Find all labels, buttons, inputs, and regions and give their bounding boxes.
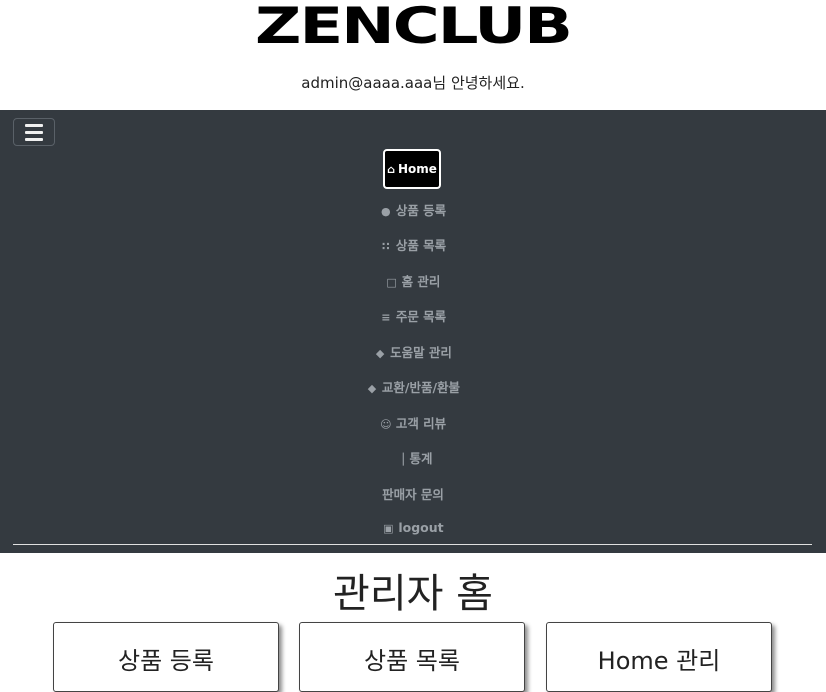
eraser-icon: ◆ <box>375 347 385 360</box>
card-label: Home 관리 <box>597 647 721 675</box>
page-title: 관리자 홈 <box>333 571 493 617</box>
monitor-icon: □ <box>386 276 397 289</box>
nav-home-button[interactable]: ⌂ Home <box>383 149 441 189</box>
hamburger-icon-line <box>25 123 43 127</box>
nav-item-help-manage[interactable]: ◆ 도움말 관리 <box>0 342 826 361</box>
nav-item-exchange-refund[interactable]: ◆ 교환/반품/환불 <box>0 377 826 396</box>
home-icon: ⌂ <box>387 162 395 176</box>
eraser-icon: ◆ <box>367 382 377 395</box>
list-icon: ≡ <box>381 311 391 324</box>
nav-item-product-register[interactable]: ● 상품 등록 <box>0 200 826 219</box>
nav-item-order-list[interactable]: ≡ 주문 목록 <box>0 306 826 325</box>
hamburger-icon-line <box>25 130 43 134</box>
nav-item-statistics[interactable]: ▕ 통계 <box>0 448 826 467</box>
card-label: 상품 등록 <box>118 647 214 675</box>
grid-icon: ∷ <box>381 240 390 253</box>
nav-item-customer-review[interactable]: ☺ 고객 리뷰 <box>0 413 826 432</box>
smile-icon: ☺ <box>380 418 392 431</box>
card-label: 상품 목록 <box>364 647 460 675</box>
brand-logo[interactable]: ZENCLUB <box>0 0 826 53</box>
hand-holding-icon: ● <box>381 205 391 218</box>
card-product-register[interactable]: 상품 등록 <box>53 622 279 692</box>
nav-home-label: Home <box>397 162 437 176</box>
navbar-toggle-button[interactable] <box>13 118 55 146</box>
hamburger-icon-line <box>25 137 43 141</box>
card-home-manage[interactable]: Home 관리 <box>546 622 772 692</box>
unlock-icon: ▣ <box>383 522 394 535</box>
user-greeting: admin@aaaa.aaa님 안녕하세요. <box>301 74 525 92</box>
card-product-list[interactable]: 상품 목록 <box>299 622 525 692</box>
nav-item-home-manage[interactable]: □ 홈 관리 <box>0 271 826 290</box>
nav-item-product-list[interactable]: ∷ 상품 목록 <box>0 235 826 254</box>
navbar-divider <box>13 544 812 545</box>
chart-icon: ▕ <box>395 453 404 466</box>
nav-item-seller-inquiry[interactable]: 판매자 문의 <box>0 484 826 503</box>
nav-item-logout[interactable]: ▣ logout <box>0 520 826 535</box>
admin-navbar: ⌂ Home ● 상품 등록 ∷ 상품 목록 □ 홈 관리 ≡ 주문 목록 ◆ 도움말 관… <box>0 110 826 553</box>
